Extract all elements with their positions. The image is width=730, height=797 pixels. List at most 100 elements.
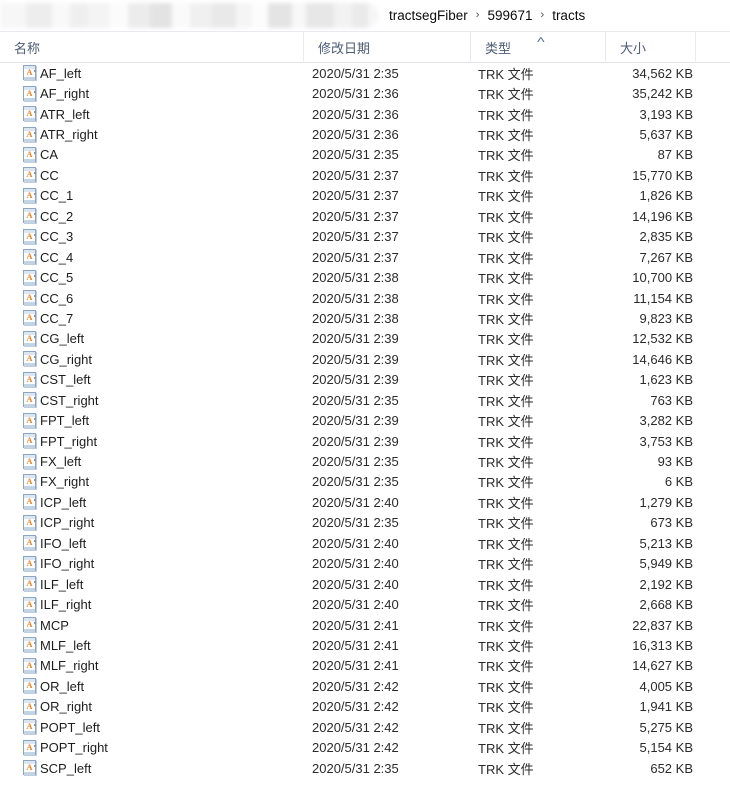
table-row[interactable]: A SCP_left 2020/5/31 2:35 TRK 文件 652 KB: [0, 758, 730, 778]
column-header-row: 名称 修改日期 类型 ˄ 大小: [0, 31, 730, 63]
table-row[interactable]: A CA 2020/5/31 2:35 TRK 文件 87 KB: [0, 145, 730, 165]
table-row[interactable]: A MLF_right 2020/5/31 2:41 TRK 文件 14,627 KB: [0, 656, 730, 676]
file-name-cell[interactable]: A ATR_right: [0, 126, 303, 143]
trk-file-icon: A: [22, 228, 38, 245]
table-row[interactable]: A CST_left 2020/5/31 2:39 TRK 文件 1,623 KB: [0, 370, 730, 390]
table-row[interactable]: A CG_left 2020/5/31 2:39 TRK 文件 12,532 KB: [0, 329, 730, 349]
file-icon-glyph: A: [26, 639, 33, 650]
file-name-label: POPT_left: [40, 719, 100, 735]
file-name-cell[interactable]: A CG_left: [0, 330, 303, 347]
file-name-cell[interactable]: A CC: [0, 167, 303, 183]
file-name-cell[interactable]: A OR_left: [0, 678, 303, 694]
file-name-cell[interactable]: A ILF_left: [0, 576, 303, 592]
file-name-cell[interactable]: A ICP_right: [0, 514, 303, 531]
table-row[interactable]: A OR_left 2020/5/31 2:42 TRK 文件 4,005 KB: [0, 676, 730, 696]
file-name-cell[interactable]: A MLF_right: [0, 657, 303, 674]
file-name-cell[interactable]: A AF_left: [0, 65, 303, 81]
column-header-spacer[interactable]: [695, 32, 730, 63]
table-row[interactable]: A CG_right 2020/5/31 2:39 TRK 文件 14,646 KB: [0, 349, 730, 369]
file-name-cell[interactable]: A POPT_right: [0, 739, 303, 756]
trk-file-icon: A: [22, 187, 38, 204]
file-date-cell: 2020/5/31 2:37: [312, 229, 399, 245]
file-size-cell: 673 KB: [650, 515, 693, 531]
column-header-size[interactable]: 大小: [605, 32, 695, 63]
file-name-cell[interactable]: A CC_1: [0, 187, 303, 204]
table-row[interactable]: A CC 2020/5/31 2:37 TRK 文件 15,770 KB: [0, 165, 730, 185]
table-row[interactable]: A CST_right 2020/5/31 2:35 TRK 文件 763 KB: [0, 390, 730, 410]
trk-file-icon: A: [22, 290, 38, 306]
table-row[interactable]: A CC_6 2020/5/31 2:38 TRK 文件 11,154 KB: [0, 288, 730, 308]
file-name-cell[interactable]: A POPT_left: [0, 719, 303, 735]
file-name-cell[interactable]: A CA: [0, 146, 303, 163]
redacted-path-segment[interactable]: [0, 3, 379, 28]
table-row[interactable]: A FPT_right 2020/5/31 2:39 TRK 文件 3,753 KB: [0, 431, 730, 451]
file-name-cell[interactable]: A FPT_left: [0, 412, 303, 429]
file-name-cell[interactable]: A ICP_left: [0, 494, 303, 510]
file-name-cell[interactable]: A ILF_right: [0, 596, 303, 613]
table-row[interactable]: A POPT_right 2020/5/31 2:42 TRK 文件 5,154 KB: [0, 737, 730, 757]
table-row[interactable]: A MLF_left 2020/5/31 2:41 TRK 文件 16,313 KB: [0, 635, 730, 655]
table-row[interactable]: A FX_right 2020/5/31 2:35 TRK 文件 6 KB: [0, 472, 730, 492]
table-row[interactable]: A CC_5 2020/5/31 2:38 TRK 文件 10,700 KB: [0, 267, 730, 287]
file-name-cell[interactable]: A MLF_left: [0, 637, 303, 653]
trk-file-icon: A: [22, 269, 38, 286]
file-icon-glyph: A: [26, 128, 33, 139]
file-type-cell: TRK 文件: [478, 230, 534, 246]
file-name-cell[interactable]: A CC_2: [0, 208, 303, 224]
chevron-right-icon-1[interactable]: ›: [534, 10, 552, 21]
file-name-cell[interactable]: A FX_right: [0, 473, 303, 490]
breadcrumb-item-2[interactable]: tracts: [551, 8, 586, 23]
file-name-label: ILF_left: [40, 576, 84, 592]
address-bar[interactable]: tractsegFiber › 599671 › tracts: [0, 0, 730, 31]
column-header-name[interactable]: 名称: [0, 32, 303, 63]
file-name-cell[interactable]: A CC_5: [0, 269, 303, 286]
file-type-cell: TRK 文件: [478, 128, 534, 144]
column-header-date[interactable]: 修改日期: [303, 32, 470, 63]
file-name-cell[interactable]: A CG_right: [0, 351, 303, 367]
table-row[interactable]: A MCP 2020/5/31 2:41 TRK 文件 22,837 KB: [0, 615, 730, 635]
table-row[interactable]: A ATR_right 2020/5/31 2:36 TRK 文件 5,637 KB: [0, 124, 730, 144]
file-name-cell[interactable]: A AF_right: [0, 85, 303, 102]
table-row[interactable]: A CC_7 2020/5/31 2:38 TRK 文件 9,823 KB: [0, 308, 730, 328]
file-name-cell[interactable]: A ATR_left: [0, 106, 303, 122]
table-row[interactable]: A AF_left 2020/5/31 2:35 TRK 文件 34,562 KB: [0, 63, 730, 83]
file-name-cell[interactable]: A SCP_left: [0, 760, 303, 776]
file-list[interactable]: A AF_left 2020/5/31 2:35 TRK 文件 34,562 KB A AF…: [0, 63, 730, 779]
table-row[interactable]: A ILF_left 2020/5/31 2:40 TRK 文件 2,192 KB: [0, 574, 730, 594]
column-header-type[interactable]: 类型 ˄: [470, 32, 605, 63]
file-size-cell: 4,005 KB: [639, 678, 694, 694]
chevron-right-icon-0[interactable]: ›: [469, 10, 487, 21]
breadcrumb-item-1[interactable]: 599671: [486, 8, 533, 23]
file-name-cell[interactable]: A OR_right: [0, 698, 303, 715]
table-row[interactable]: A CC_3 2020/5/31 2:37 TRK 文件 2,835 KB: [0, 227, 730, 247]
table-row[interactable]: A IFO_left 2020/5/31 2:40 TRK 文件 5,213 KB: [0, 533, 730, 553]
table-row[interactable]: A FX_left 2020/5/31 2:35 TRK 文件 93 KB: [0, 451, 730, 471]
table-row[interactable]: A CC_1 2020/5/31 2:37 TRK 文件 1,826 KB: [0, 186, 730, 206]
breadcrumb-item-0[interactable]: tractsegFiber: [388, 8, 469, 23]
file-name-cell[interactable]: A FPT_right: [0, 433, 303, 449]
file-name-cell[interactable]: A CC_4: [0, 249, 303, 265]
table-row[interactable]: A FPT_left 2020/5/31 2:39 TRK 文件 3,282 KB: [0, 410, 730, 430]
table-row[interactable]: A ATR_left 2020/5/31 2:36 TRK 文件 3,193 KB: [0, 104, 730, 124]
table-row[interactable]: A CC_2 2020/5/31 2:37 TRK 文件 14,196 KB: [0, 206, 730, 226]
table-row[interactable]: A CC_4 2020/5/31 2:37 TRK 文件 7,267 KB: [0, 247, 730, 267]
file-name-cell[interactable]: A CC_7: [0, 310, 303, 326]
table-row[interactable]: A ICP_left 2020/5/31 2:40 TRK 文件 1,279 KB: [0, 492, 730, 512]
table-row[interactable]: A POPT_left 2020/5/31 2:42 TRK 文件 5,275 KB: [0, 717, 730, 737]
file-name-cell[interactable]: A CST_right: [0, 392, 303, 408]
file-name-cell[interactable]: A CC_3: [0, 228, 303, 245]
file-icon-glyph: A: [26, 537, 33, 548]
file-name-cell[interactable]: A FX_left: [0, 453, 303, 470]
table-row[interactable]: A AF_right 2020/5/31 2:36 TRK 文件 35,242 KB: [0, 83, 730, 103]
table-row[interactable]: A ICP_right 2020/5/31 2:35 TRK 文件 673 KB: [0, 513, 730, 533]
file-name-cell[interactable]: A CC_6: [0, 290, 303, 306]
file-name-cell[interactable]: A IFO_left: [0, 535, 303, 551]
file-name-cell[interactable]: A MCP: [0, 617, 303, 633]
trk-file-icon: A: [22, 719, 38, 735]
table-row[interactable]: A IFO_right 2020/5/31 2:40 TRK 文件 5,949 KB: [0, 554, 730, 574]
file-icon-glyph: A: [26, 598, 33, 609]
file-name-cell[interactable]: A CST_left: [0, 371, 303, 388]
table-row[interactable]: A ILF_right 2020/5/31 2:40 TRK 文件 2,668 KB: [0, 594, 730, 614]
table-row[interactable]: A OR_right 2020/5/31 2:42 TRK 文件 1,941 KB: [0, 697, 730, 717]
file-name-cell[interactable]: A IFO_right: [0, 555, 303, 572]
